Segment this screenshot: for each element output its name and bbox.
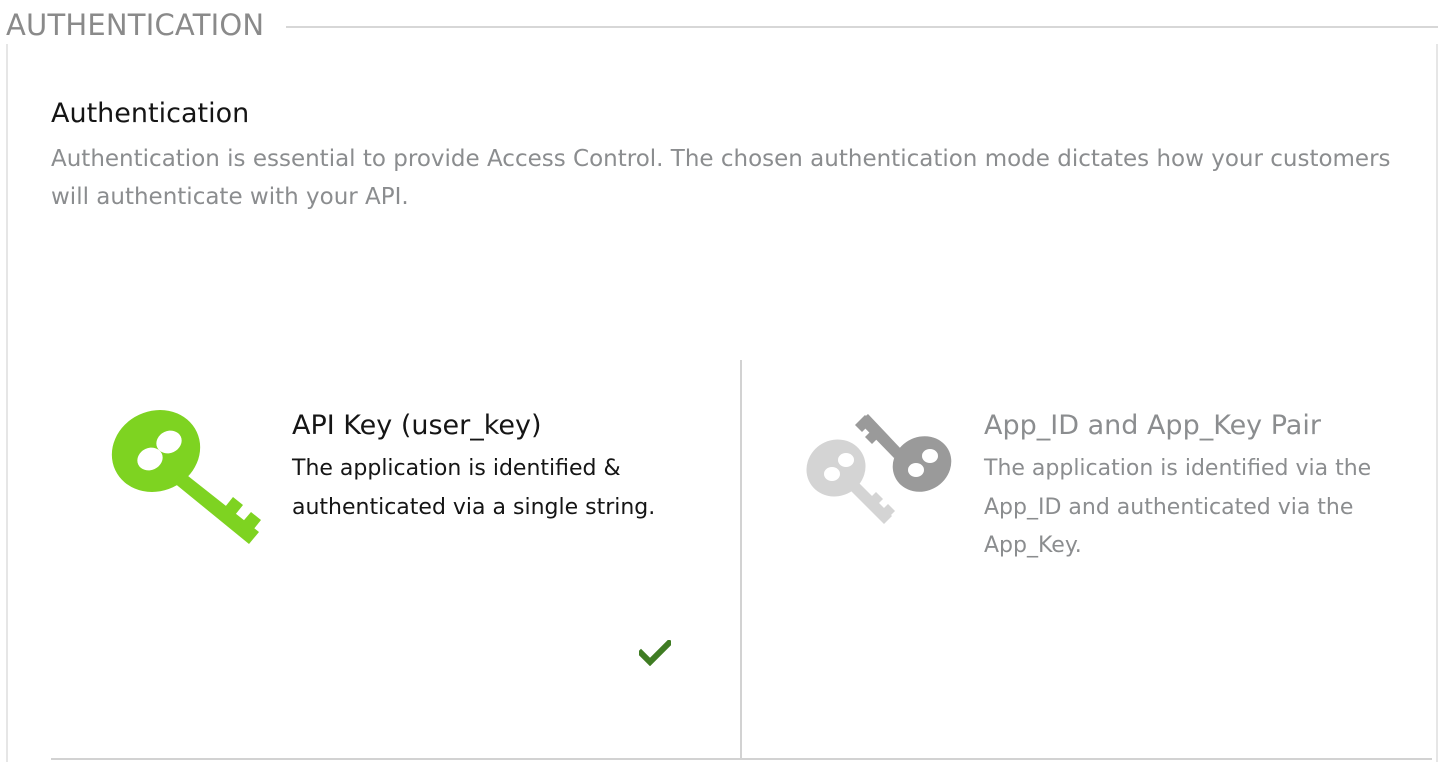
fieldset-left-border — [6, 44, 8, 762]
option-description: The application is identified & authenti… — [292, 456, 656, 520]
option-title: App_ID and App_Key Pair — [984, 410, 1321, 441]
checkmark-icon — [636, 638, 674, 671]
section-description: Authentication is essential to provide A… — [51, 146, 1391, 210]
option-title: API Key (user_key) — [292, 410, 542, 441]
authentication-options: API Key (user_key) The application is id… — [51, 360, 1432, 760]
single-key-icon — [111, 404, 266, 554]
option-api-key[interactable]: API Key (user_key) The application is id… — [51, 360, 740, 760]
legend-divider — [286, 26, 1438, 28]
option-description: The application is identified via the Ap… — [984, 456, 1372, 558]
section-title: Authentication — [51, 98, 250, 129]
authentication-page: AUTHENTICATION Authentication Authentica… — [0, 0, 1438, 762]
key-pair-icon — [804, 404, 954, 534]
options-bottom-border — [51, 758, 1432, 760]
option-app-id-key-pair[interactable]: App_ID and App_Key Pair The application … — [742, 360, 1432, 760]
fieldset-legend: AUTHENTICATION — [6, 8, 265, 42]
